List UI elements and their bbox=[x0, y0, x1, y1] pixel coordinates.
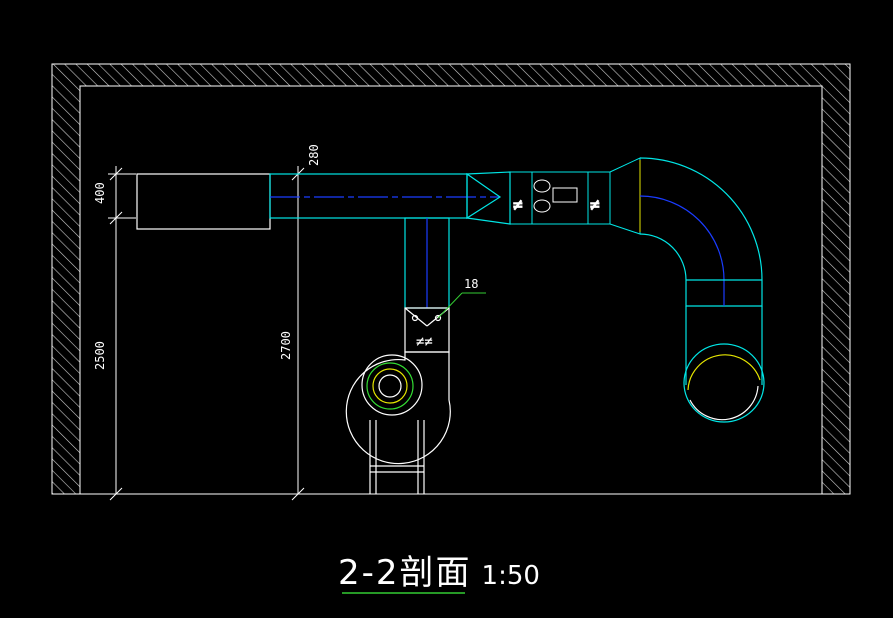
dim-400: 400 bbox=[93, 182, 107, 204]
title-scale: 1:50 bbox=[481, 561, 540, 591]
section-drawing: 400 2500 280 2700 ≠ ≠ ≠≠ 18 bbox=[51, 63, 851, 594]
callout-number: 18 bbox=[464, 277, 478, 291]
svg-text:≠: ≠ bbox=[513, 195, 523, 214]
horizontal-duct bbox=[269, 171, 511, 225]
dim-280: 280 bbox=[307, 144, 321, 166]
title-text: 2-2剖面 bbox=[338, 553, 472, 593]
room-walls bbox=[51, 63, 851, 495]
dim-2500: 2500 bbox=[93, 341, 107, 370]
svg-text:≠: ≠ bbox=[590, 195, 600, 214]
air-handling-unit: ≠ ≠ bbox=[509, 157, 641, 235]
svg-text:≠≠: ≠≠ bbox=[416, 334, 433, 350]
elbow-duct bbox=[639, 157, 765, 423]
dim-2700: 2700 bbox=[279, 331, 293, 360]
drawing-title: 2-2剖面 1:50 bbox=[338, 545, 540, 594]
branch-duct: ≠≠ bbox=[404, 217, 450, 353]
centrifugal-fan bbox=[345, 351, 451, 494]
equipment-box bbox=[136, 173, 271, 230]
callout-leader bbox=[437, 292, 486, 319]
